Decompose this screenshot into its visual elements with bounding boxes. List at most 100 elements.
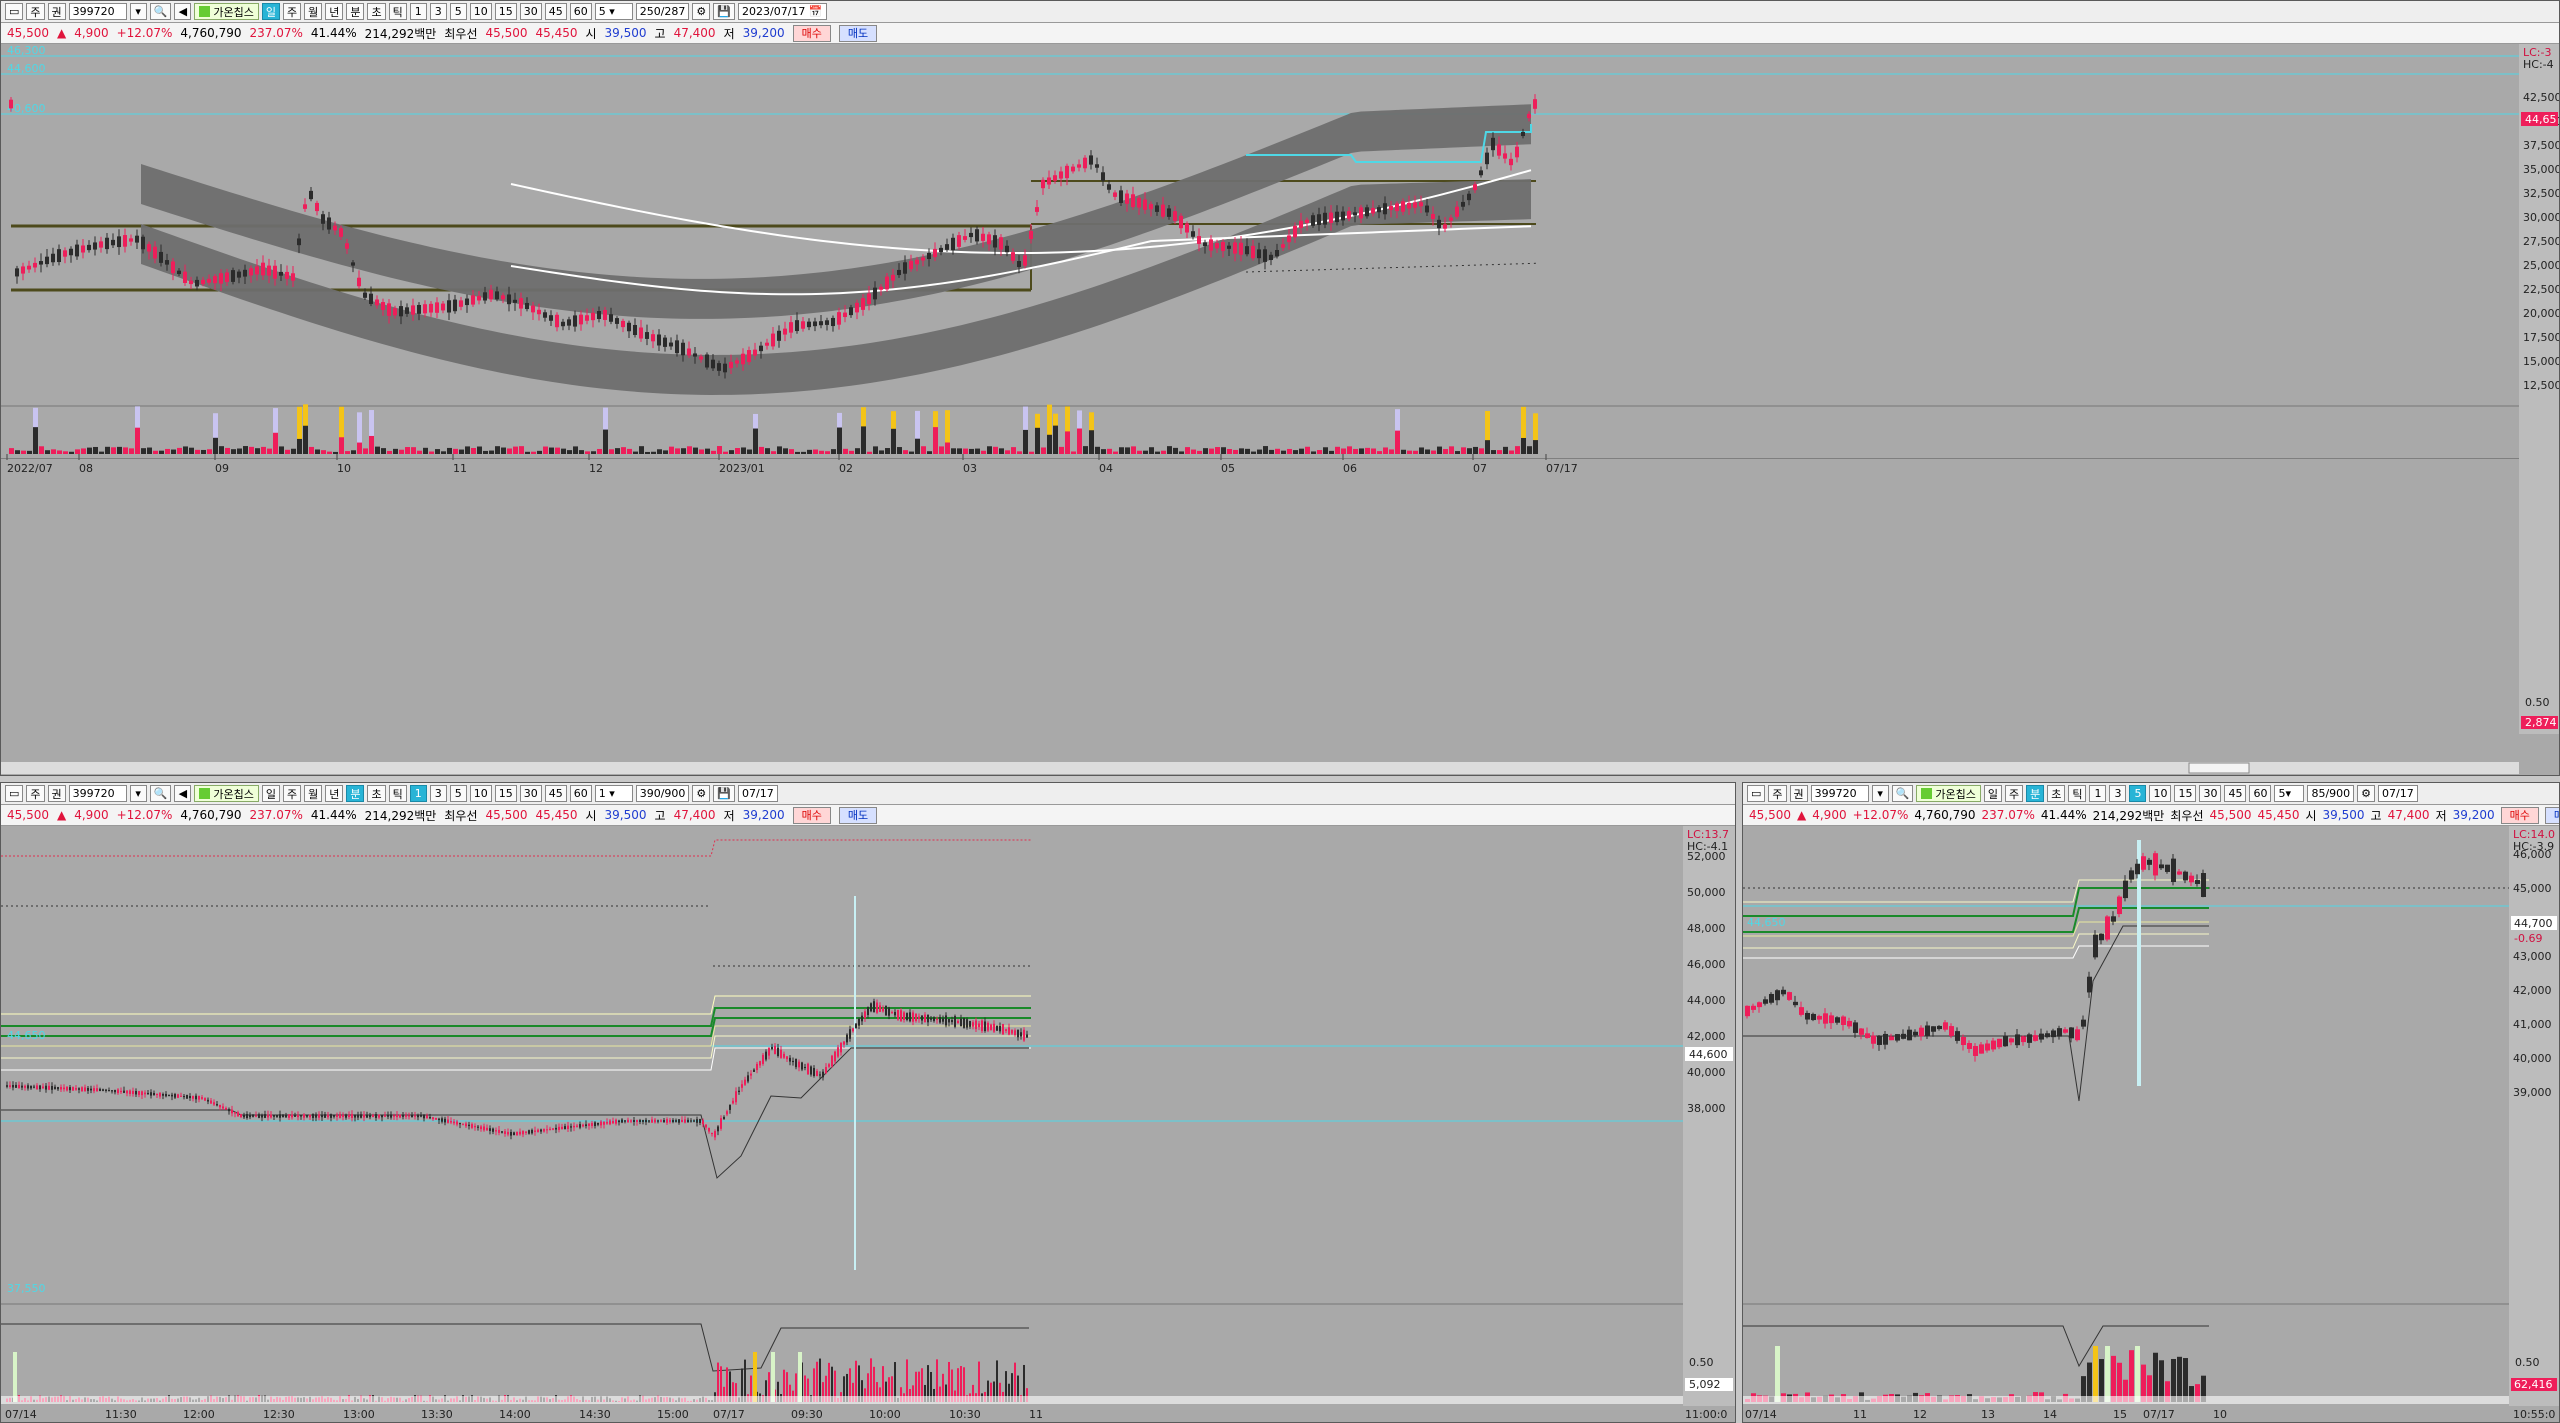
period-year[interactable]: 년 <box>325 3 344 20</box>
settings-icon[interactable]: ⚙ <box>692 3 711 20</box>
period-tick[interactable]: 틱 <box>2068 785 2087 802</box>
minute-5[interactable]: 5 <box>449 785 467 802</box>
volume-bar <box>549 447 554 454</box>
window-menu-icon[interactable]: ▭ <box>1747 785 1766 802</box>
minute-3[interactable]: 3 <box>429 785 447 802</box>
period-week[interactable]: 주 <box>2004 785 2024 802</box>
stock-name-field[interactable]: 가온칩스 <box>1916 785 1981 802</box>
period-day[interactable]: 일 <box>261 3 280 20</box>
minute-3[interactable]: 3 <box>429 3 447 20</box>
sell-button[interactable]: 매도 <box>838 24 878 42</box>
buy-button[interactable]: 매수 <box>792 24 831 42</box>
candle-body <box>1101 172 1105 181</box>
period-second[interactable]: 초 <box>367 785 386 802</box>
market-type-tab[interactable]: 주 <box>1768 785 1787 802</box>
minute-60[interactable]: 60 <box>2249 785 2272 802</box>
candle-body <box>969 1021 971 1027</box>
candle-body <box>165 1093 167 1097</box>
settings-icon[interactable]: ⚙ <box>692 785 711 802</box>
candle-body <box>2117 896 2122 915</box>
count-select[interactable]: 5 ▾ <box>2274 785 2305 802</box>
buy-button[interactable]: 매수 <box>2500 806 2539 824</box>
market-type-tab[interactable]: 주 <box>26 785 45 802</box>
dropdown-icon[interactable]: ▾ <box>129 785 147 802</box>
period-minute[interactable]: 분 <box>346 785 365 802</box>
volume-bar <box>915 438 920 454</box>
symbol-type-tab[interactable]: 권 <box>1789 785 1808 802</box>
period-tick[interactable]: 틱 <box>388 785 407 802</box>
dropdown-icon[interactable]: ▾ <box>129 3 147 20</box>
intraday-1min-chart[interactable]: 52,00050,00048,00046,00044,00042,00040,0… <box>1 826 1735 1422</box>
horizontal-scrollbar[interactable] <box>1 762 2519 774</box>
sell-button[interactable]: 매도 <box>2544 806 2559 824</box>
minute-15[interactable]: 15 <box>494 3 517 20</box>
period-year[interactable]: 년 <box>325 785 344 802</box>
minute-5[interactable]: 5 <box>2129 785 2147 802</box>
prev-arrow-icon[interactable]: ◀ <box>174 3 192 20</box>
period-day[interactable]: 일 <box>261 785 280 802</box>
candle-body <box>732 1100 734 1104</box>
search-icon[interactable]: 🔍 <box>149 3 172 20</box>
buy-button[interactable]: 매수 <box>792 806 831 824</box>
period-minute[interactable]: 분 <box>346 3 365 20</box>
save-icon[interactable]: 💾 <box>713 3 735 20</box>
volume-bar <box>201 449 206 454</box>
stock-code-input[interactable]: 399720 <box>68 785 127 802</box>
minute-60[interactable]: 60 <box>569 785 592 802</box>
minute-15[interactable]: 15 <box>494 785 517 802</box>
minute-45[interactable]: 45 <box>2224 785 2247 802</box>
minute-60[interactable]: 60 <box>569 3 592 20</box>
minute-1[interactable]: 1 <box>409 3 427 20</box>
period-second[interactable]: 초 <box>2047 785 2066 802</box>
count-select[interactable]: 1 ▾ <box>594 785 633 802</box>
count-select[interactable]: 5 ▾ <box>594 3 633 20</box>
minute-45[interactable]: 45 <box>544 3 567 20</box>
candle-body <box>651 334 655 342</box>
stock-name-field[interactable]: 가온칩스 <box>194 3 259 20</box>
settings-icon[interactable]: ⚙ <box>2357 785 2376 802</box>
intraday-5min-chart[interactable]: 46,00045,00044,00043,00042,00041,00040,0… <box>1743 826 2559 1422</box>
candle-body <box>75 244 79 257</box>
minute-10[interactable]: 10 <box>469 785 492 802</box>
period-week[interactable]: 주 <box>282 3 302 20</box>
candle-body <box>168 1094 170 1096</box>
date-field[interactable]: 2023/07/17 📅 <box>738 3 827 20</box>
prev-arrow-icon[interactable]: ◀ <box>174 785 192 802</box>
minute-30[interactable]: 30 <box>2199 785 2222 802</box>
candle-body <box>1383 203 1387 215</box>
sell-button[interactable]: 매도 <box>838 806 878 824</box>
period-tick[interactable]: 틱 <box>388 3 407 20</box>
period-second[interactable]: 초 <box>367 3 386 20</box>
minute-1[interactable]: 1 <box>2089 785 2107 802</box>
minute-3[interactable]: 3 <box>2109 785 2127 802</box>
stock-code-input[interactable]: 399720 <box>68 3 127 20</box>
minute-10[interactable]: 10 <box>469 3 492 20</box>
minute-30[interactable]: 30 <box>519 3 542 20</box>
window-menu-icon[interactable]: ▭ <box>5 785 24 802</box>
search-icon[interactable]: 🔍 <box>149 785 172 802</box>
window-menu-icon[interactable]: ▭ <box>5 3 24 20</box>
minute-10[interactable]: 10 <box>2149 785 2172 802</box>
symbol-type-tab[interactable]: 권 <box>47 3 66 20</box>
save-icon[interactable]: 💾 <box>713 785 735 802</box>
period-minute[interactable]: 분 <box>2026 785 2045 802</box>
period-month[interactable]: 월 <box>304 3 323 20</box>
stock-name-field[interactable]: 가온칩스 <box>194 785 259 802</box>
minute-5[interactable]: 5 <box>449 3 467 20</box>
period-day[interactable]: 일 <box>1983 785 2002 802</box>
dropdown-icon[interactable]: ▾ <box>1871 785 1889 802</box>
period-week[interactable]: 주 <box>282 785 302 802</box>
date-field[interactable]: 07/17 <box>738 785 778 802</box>
minute-1[interactable]: 1 <box>409 785 427 802</box>
symbol-type-tab[interactable]: 권 <box>47 785 66 802</box>
date-field[interactable]: 07/17 <box>2378 785 2418 802</box>
minute-15[interactable]: 15 <box>2174 785 2197 802</box>
minute-45[interactable]: 45 <box>544 785 567 802</box>
scrollbar-thumb[interactable] <box>2188 762 2250 774</box>
market-type-tab[interactable]: 주 <box>26 3 45 20</box>
search-icon[interactable]: 🔍 <box>1891 785 1914 802</box>
minute-30[interactable]: 30 <box>519 785 542 802</box>
daily-candlestick-chart[interactable]: 46,30044,60040,600 42,50040,00037,50035,… <box>1 44 2559 775</box>
stock-code-input[interactable]: 399720 <box>1810 785 1869 802</box>
period-month[interactable]: 월 <box>304 785 323 802</box>
